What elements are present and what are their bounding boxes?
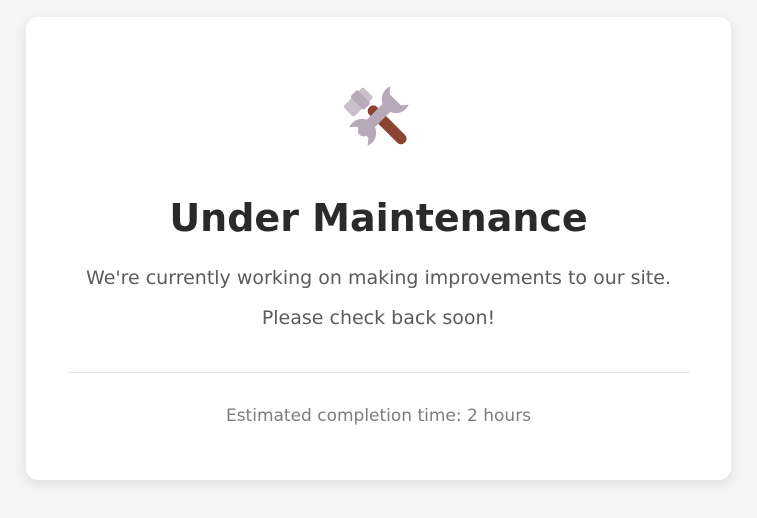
- maintenance-message-line1: We're currently working on making improv…: [86, 267, 671, 289]
- page-title: Under Maintenance: [169, 196, 588, 240]
- maintenance-card: Under Maintenance We're currently workin…: [26, 17, 731, 480]
- hammer-and-wrench-icon: [336, 73, 422, 159]
- estimated-completion-time: Estimated completion time: 2 hours: [225, 406, 532, 426]
- divider: [67, 372, 690, 373]
- maintenance-message-line2: Please check back soon!: [261, 307, 496, 329]
